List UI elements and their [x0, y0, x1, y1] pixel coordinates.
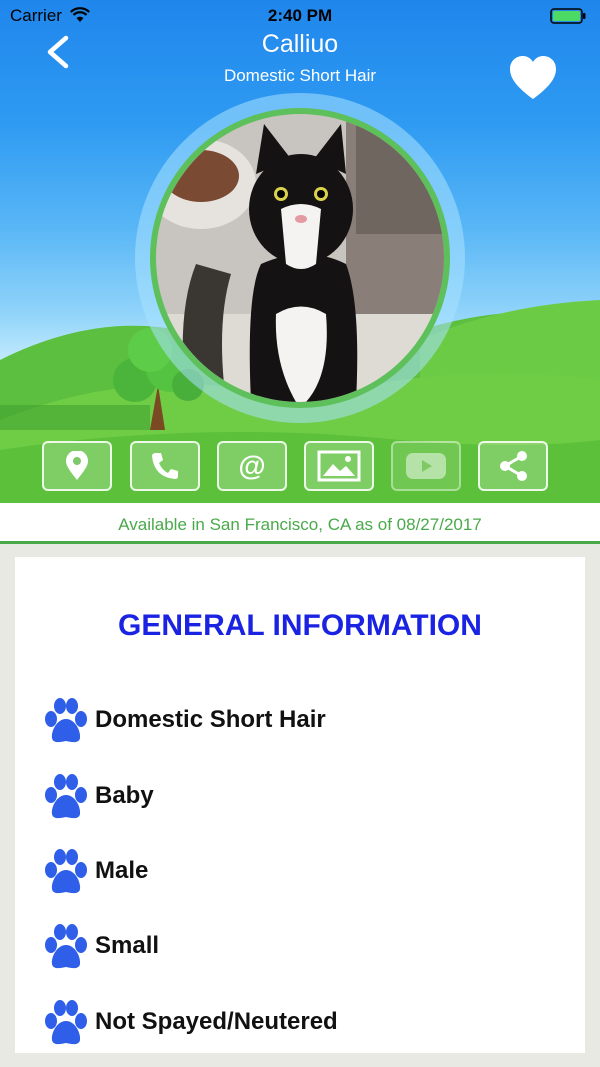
info-row-spayed: Not Spayed/Neutered — [43, 999, 573, 1047]
location-button[interactable] — [42, 441, 112, 491]
info-row-breed: Domestic Short Hair — [43, 697, 573, 745]
general-info-card: GENERAL INFORMATION Domestic Short Hair … — [15, 557, 585, 1053]
battery-icon — [550, 8, 586, 24]
paw-icon — [45, 1000, 87, 1045]
image-gallery-icon — [317, 450, 361, 482]
pet-photo[interactable] — [156, 114, 444, 402]
cat-photo-image — [156, 114, 444, 402]
paw-icon — [45, 849, 87, 894]
general-info-title: GENERAL INFORMATION — [118, 609, 482, 642]
gallery-button[interactable] — [304, 441, 374, 491]
svg-text:@: @ — [238, 450, 265, 481]
phone-icon — [152, 453, 178, 479]
clock: 2:40 PM — [267, 6, 333, 25]
info-row-age: Baby — [43, 773, 573, 821]
status-bar: Carrier 2:40 PM — [0, 0, 600, 32]
info-row-sex: Male — [43, 848, 573, 896]
video-button[interactable] — [391, 441, 461, 491]
info-spayed-status: Not Spayed/Neutered — [95, 1008, 338, 1035]
location-pin-icon — [66, 451, 88, 480]
info-size: Small — [95, 932, 160, 959]
info-breed: Domestic Short Hair — [95, 706, 326, 733]
availability-bar: Available in San Francisco, CA as of 08/… — [0, 503, 600, 544]
video-play-icon — [406, 453, 446, 479]
email-button[interactable]: @ — [217, 441, 287, 491]
at-email-icon: @ — [238, 450, 265, 481]
info-age: Baby — [95, 782, 154, 809]
share-icon — [500, 451, 527, 481]
action-buttons-row: @ — [42, 441, 552, 493]
share-button[interactable] — [478, 441, 548, 491]
phone-button[interactable] — [130, 441, 200, 491]
heart-icon[interactable] — [508, 55, 558, 101]
info-row-size: Small — [43, 923, 573, 971]
paw-icon — [45, 774, 87, 819]
info-sex: Male — [95, 857, 149, 884]
header-hero: Carrier 2:40 PM Calliuo Domestic Short H… — [0, 0, 600, 503]
paw-icon — [45, 698, 87, 743]
paw-icon — [45, 924, 87, 969]
availability-text: Available in San Francisco, CA as of 08/… — [118, 515, 482, 534]
